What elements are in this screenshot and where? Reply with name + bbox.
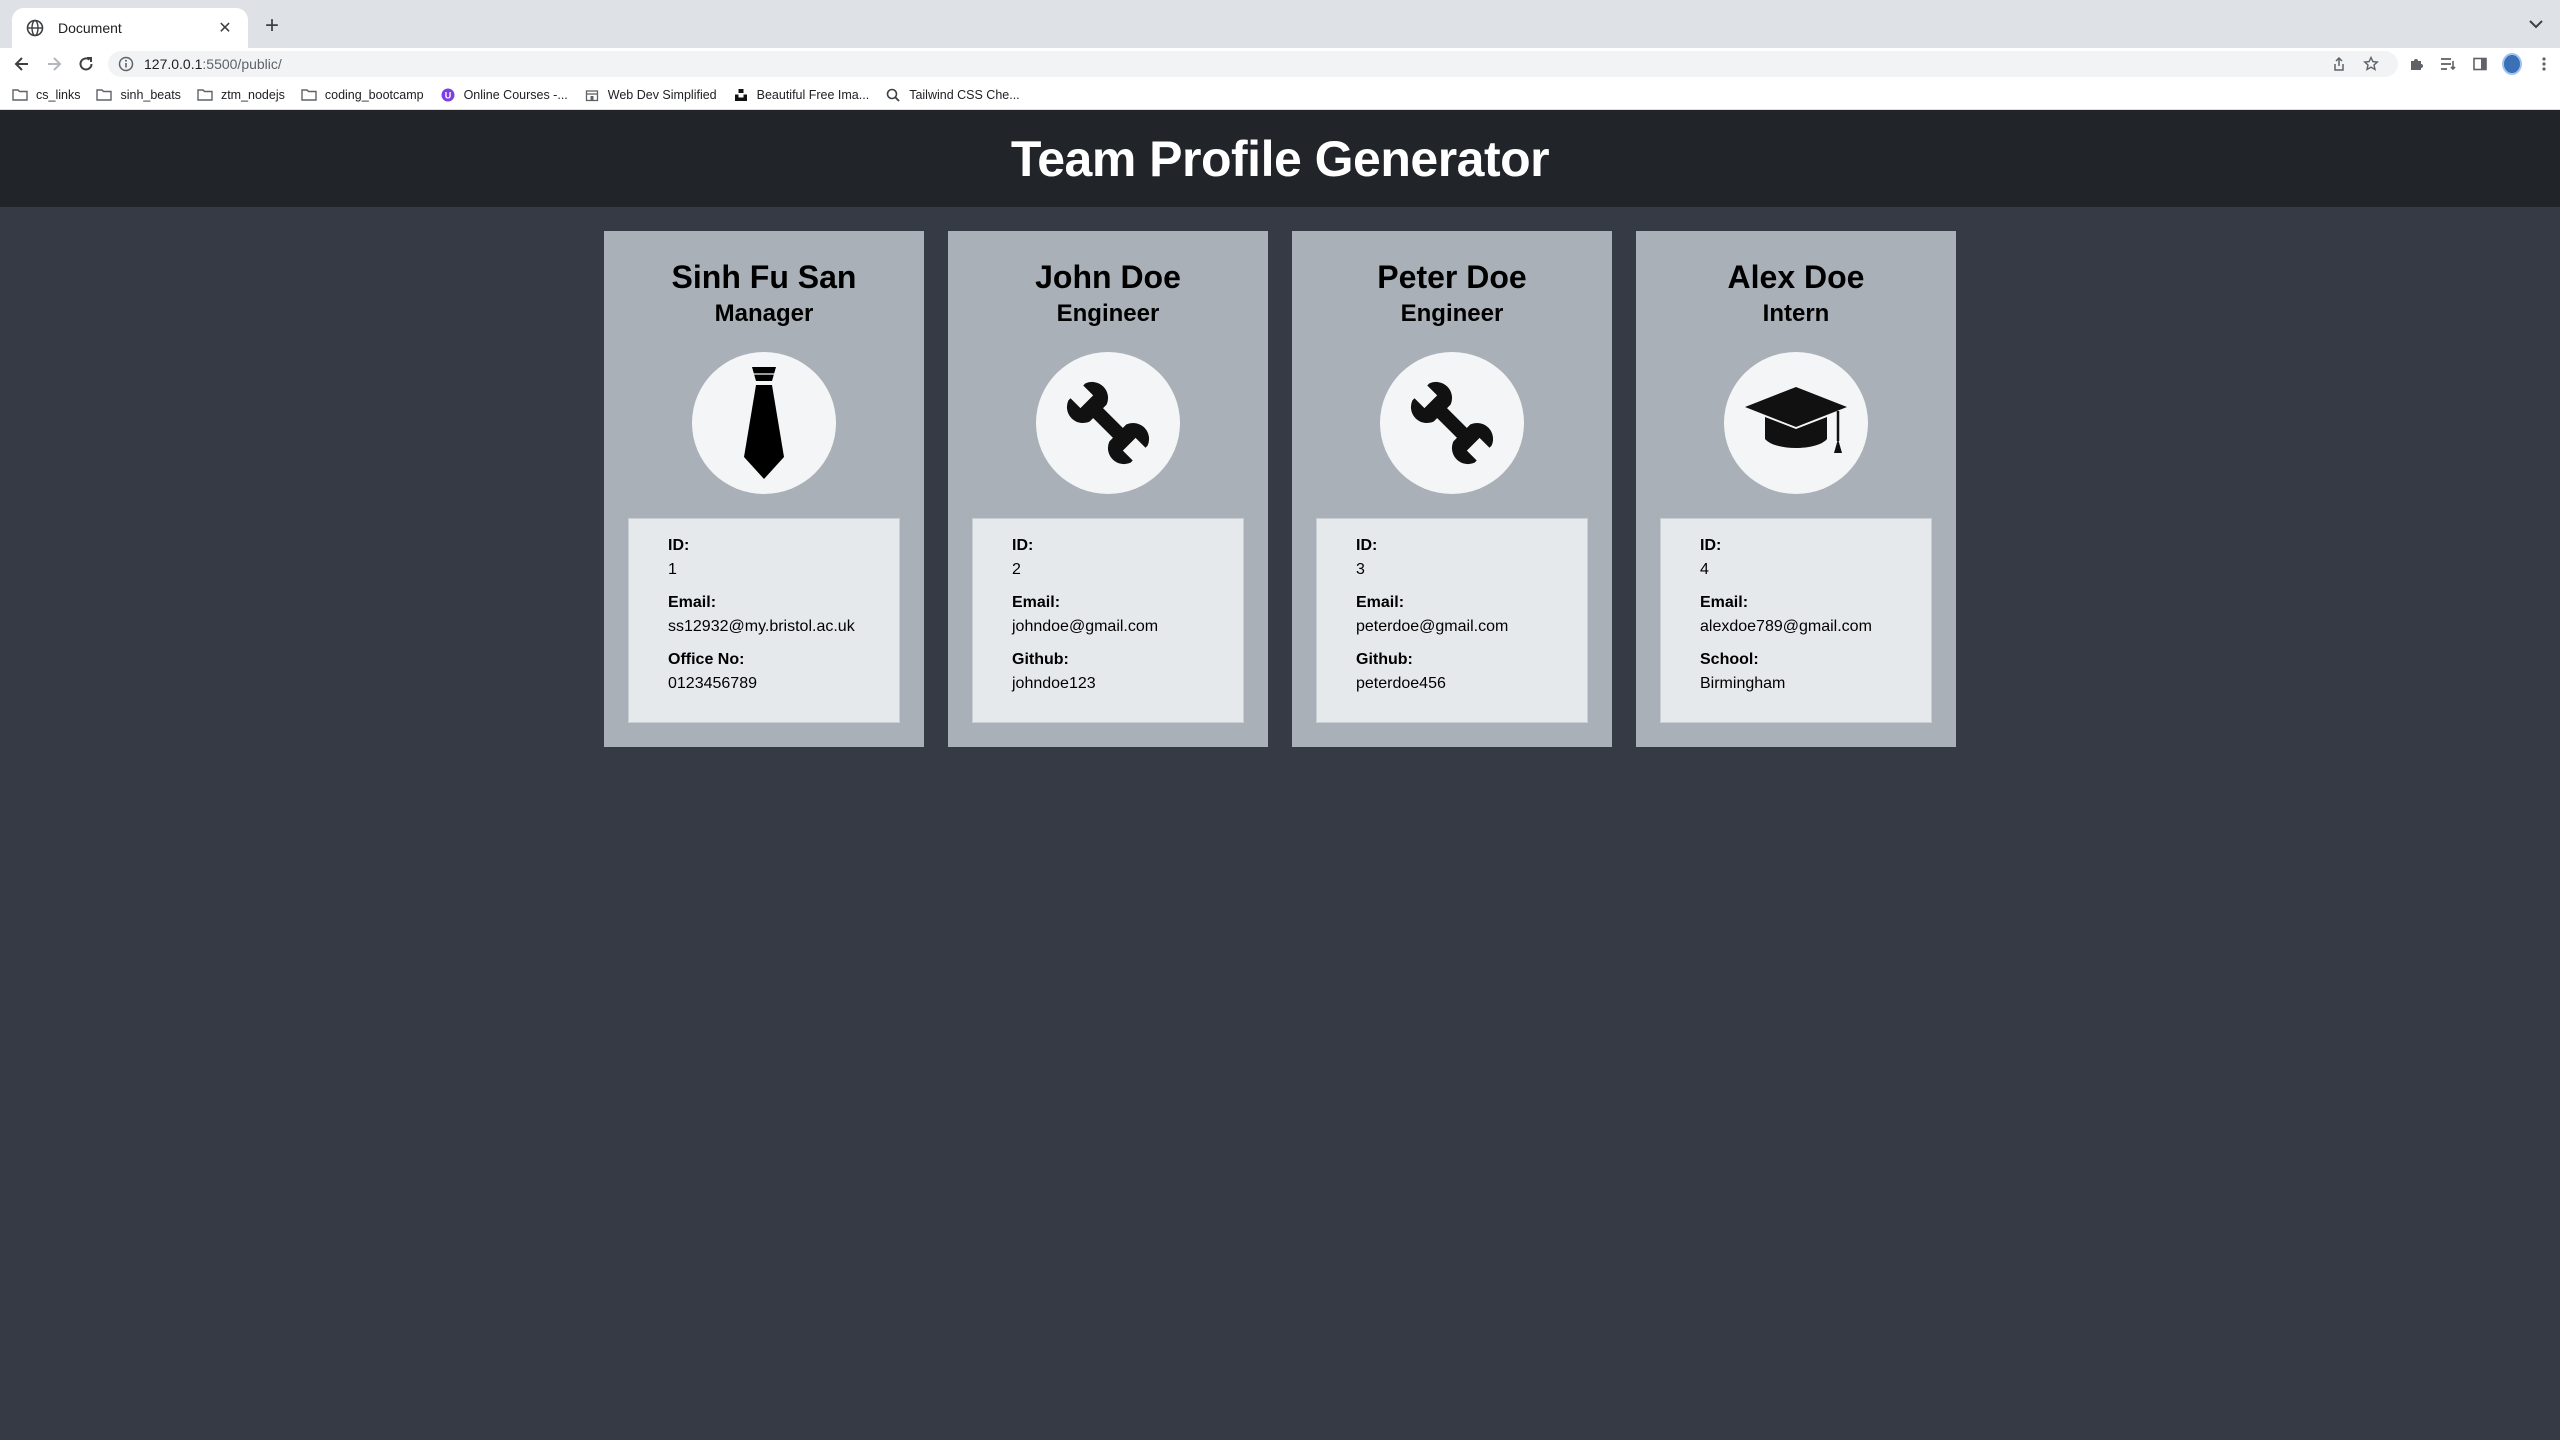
folder-icon	[197, 87, 213, 103]
graduation-cap-icon	[1724, 352, 1868, 494]
address-bar[interactable]: 127.0.0.1:5500/public/	[108, 51, 2398, 77]
bookmark-coding-bootcamp[interactable]: coding_bootcamp	[301, 87, 424, 103]
folder-icon	[301, 87, 317, 103]
bookmark-web-dev-simplified[interactable]: Web Dev Simplified	[584, 87, 717, 103]
chevron-down-icon[interactable]	[2526, 14, 2546, 34]
url-path: :5500/public/	[202, 56, 282, 72]
bookmarks-bar: cs_links sinh_beats ztm_nodejs coding_bo…	[0, 80, 2560, 110]
email-label: Email:	[1356, 593, 1405, 611]
course-icon: U	[440, 87, 456, 103]
email-value[interactable]: alexdoe789@gmail.com	[1700, 618, 1892, 636]
employee-role: Manager	[714, 300, 814, 327]
browser-tab[interactable]: Document ✕	[12, 8, 248, 48]
bookmark-beautiful-free-images[interactable]: Beautiful Free Ima...	[733, 87, 870, 103]
email-label: Email:	[1012, 593, 1061, 611]
page-header: Team Profile Generator	[0, 110, 2560, 207]
globe-icon	[26, 19, 44, 37]
bookmark-star-icon[interactable]	[2362, 55, 2380, 73]
folder-icon	[96, 87, 113, 103]
bookmark-label: coding_bootcamp	[324, 87, 424, 102]
tab-title: Document	[58, 20, 122, 36]
school-label: School:	[1700, 650, 1759, 668]
id-label: ID:	[668, 536, 690, 554]
employee-role: Engineer	[1400, 300, 1504, 327]
employee-role: Intern	[1762, 300, 1830, 327]
id-label: ID:	[1012, 536, 1034, 554]
tie-icon	[692, 352, 836, 494]
wrench-icon	[1036, 352, 1180, 494]
employee-card: Sinh Fu San Manager ID: 1 Email: ss12932…	[604, 231, 924, 747]
github-value[interactable]: johndoe123	[1012, 675, 1204, 693]
bookmark-label: Web Dev Simplified	[607, 87, 717, 102]
employee-name: John Doe	[1035, 259, 1181, 295]
employee-info: ID: 2 Email: johndoe@gmail.com Github: j…	[972, 517, 1244, 723]
github-label: Github:	[1356, 650, 1413, 668]
email-label: Email:	[1700, 593, 1749, 611]
id-label: ID:	[1700, 536, 1722, 554]
extensions-icon[interactable]	[2406, 52, 2426, 76]
bookmark-label: Online Courses -...	[463, 87, 568, 102]
github-label: Github:	[1012, 650, 1069, 668]
id-value: 1	[668, 560, 677, 578]
bookmark-label: cs_links	[36, 87, 81, 102]
office-number-label: Office No:	[668, 650, 745, 668]
employee-card: John Doe Engineer ID: 2 Email: johndoe@g…	[948, 231, 1268, 747]
id-value: 4	[1700, 560, 1709, 578]
folder-icon	[12, 87, 28, 103]
reading-list-icon[interactable]	[2438, 52, 2458, 76]
back-button[interactable]	[6, 48, 38, 80]
profile-avatar[interactable]	[2502, 52, 2522, 76]
id-label: ID:	[1356, 536, 1378, 554]
github-value[interactable]: peterdoe456	[1356, 675, 1548, 693]
bookmark-label: Tailwind CSS Che...	[909, 87, 1020, 102]
search-icon	[885, 87, 901, 103]
unsplash-icon	[733, 87, 749, 103]
new-tab-button[interactable]: +	[258, 12, 286, 40]
id-value: 3	[1356, 560, 1365, 578]
office-number-value: 0123456789	[668, 674, 757, 692]
wrench-icon	[1380, 352, 1524, 494]
employee-name: Peter Doe	[1377, 259, 1527, 295]
employee-name: Alex Doe	[1727, 259, 1865, 295]
url-text: 127.0.0.1:5500/public/	[144, 56, 282, 72]
bookmark-label: ztm_nodejs	[220, 87, 285, 102]
bookmark-tailwind-css[interactable]: Tailwind CSS Che...	[885, 87, 1020, 103]
employee-info: ID: 3 Email: peterdoe@gmail.com Github: …	[1316, 517, 1588, 723]
team-cards: Sinh Fu San Manager ID: 1 Email: ss12932…	[0, 231, 2560, 747]
email-value[interactable]: peterdoe@gmail.com	[1356, 618, 1548, 636]
email-value[interactable]: johndoe@gmail.com	[1012, 618, 1204, 636]
email-label: Email:	[668, 593, 717, 611]
page-title: Team Profile Generator	[1010, 130, 1550, 187]
reload-button[interactable]	[70, 48, 102, 80]
employee-card: Alex Doe Intern ID: 4 Email: alexdoe789@…	[1636, 231, 1956, 747]
close-icon[interactable]: ✕	[216, 19, 234, 37]
tab-strip: Document ✕ +	[0, 0, 2560, 48]
bookmark-cs-links[interactable]: cs_links	[12, 87, 80, 103]
employee-role: Engineer	[1056, 300, 1160, 327]
bookmark-sinh-beats[interactable]: sinh_beats	[96, 87, 181, 103]
svg-text:U: U	[444, 90, 451, 100]
email-value[interactable]: ss12932@my.bristol.ac.uk	[668, 618, 860, 636]
store-icon	[584, 87, 600, 103]
bookmark-online-courses[interactable]: U Online Courses -...	[440, 87, 568, 103]
share-icon[interactable]	[2330, 55, 2348, 73]
forward-button[interactable]	[38, 48, 70, 80]
info-icon[interactable]	[118, 56, 134, 72]
browser-toolbar: 127.0.0.1:5500/public/	[0, 48, 2560, 80]
id-value: 2	[1012, 560, 1021, 578]
employee-name: Sinh Fu San	[671, 259, 857, 295]
bookmark-label: sinh_beats	[120, 87, 181, 102]
employee-info: ID: 4 Email: alexdoe789@gmail.com School…	[1660, 517, 1932, 723]
employee-card: Peter Doe Engineer ID: 3 Email: peterdoe…	[1292, 231, 1612, 747]
more-menu-icon[interactable]	[2534, 52, 2554, 76]
side-panel-icon[interactable]	[2470, 52, 2490, 76]
school-value: Birmingham	[1700, 674, 1786, 692]
bookmark-ztm-nodejs[interactable]: ztm_nodejs	[197, 87, 285, 103]
bookmark-label: Beautiful Free Ima...	[756, 87, 870, 102]
url-host: 127.0.0.1	[144, 56, 203, 72]
employee-info: ID: 1 Email: ss12932@my.bristol.ac.uk Of…	[628, 517, 900, 723]
